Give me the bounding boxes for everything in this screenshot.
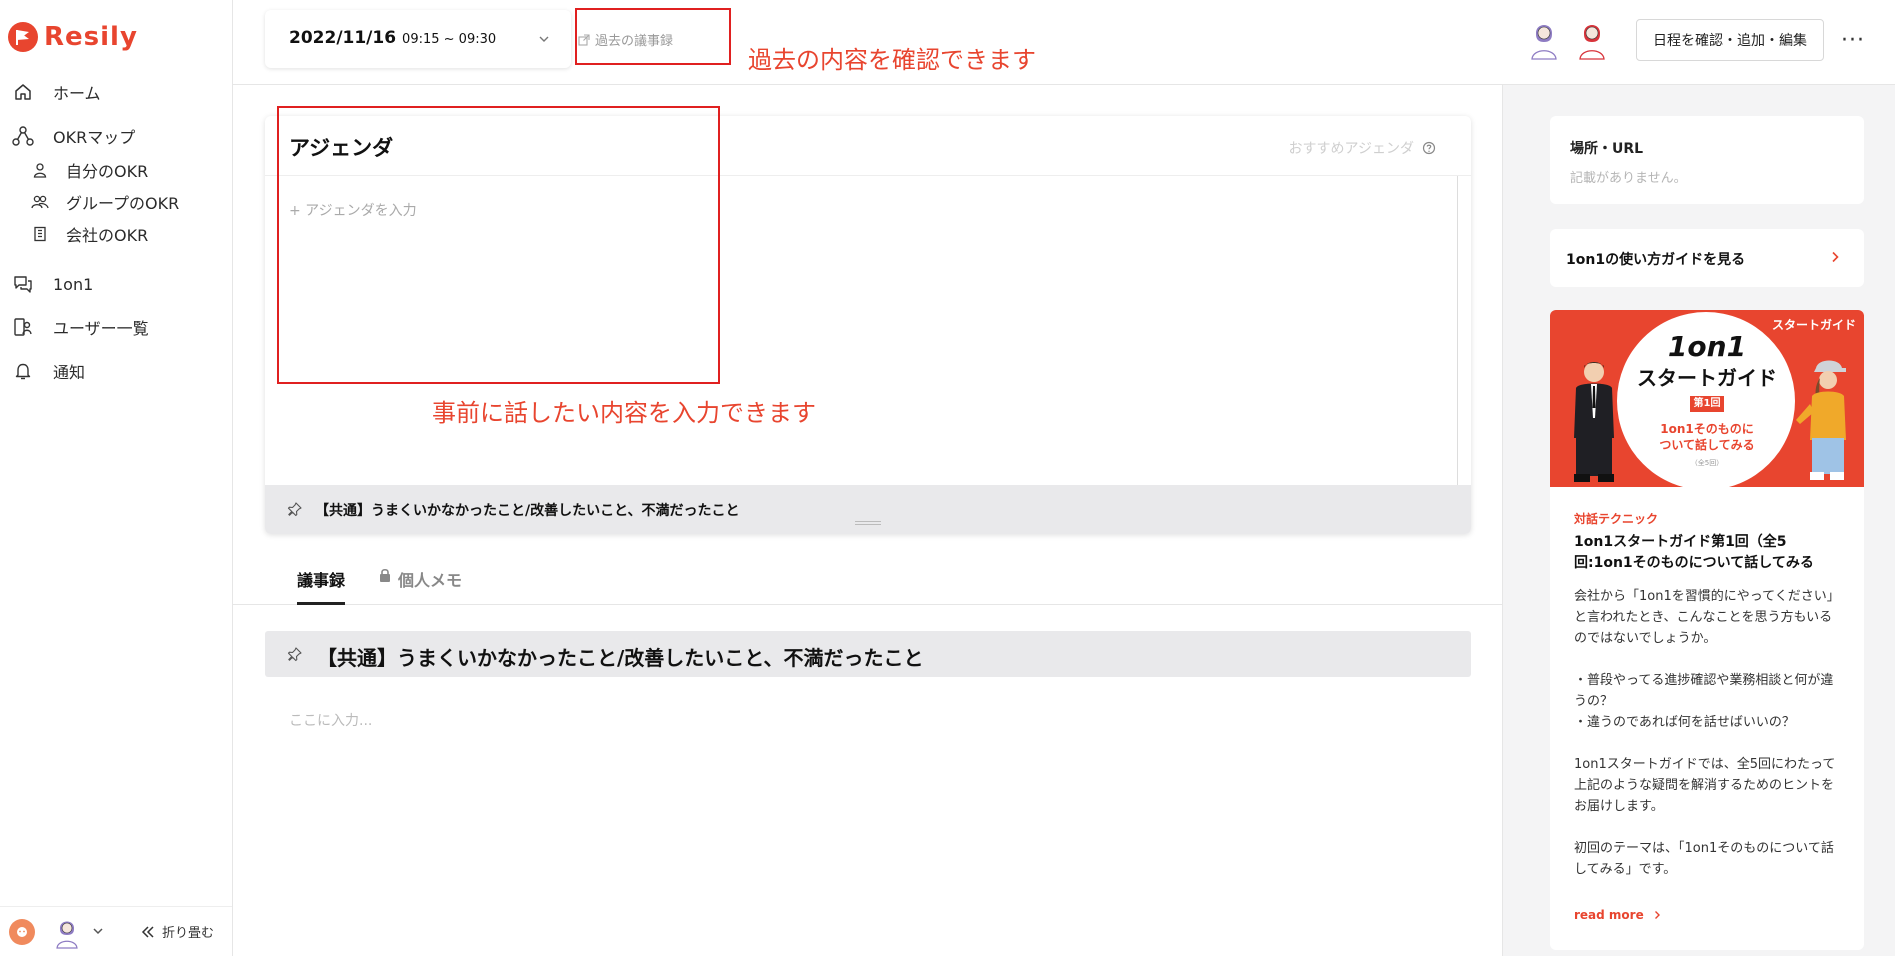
lock-icon: [380, 568, 390, 582]
annotation-agenda-text: 事前に話したい内容を入力できます: [432, 399, 816, 427]
sidebar-item-group-okr[interactable]: グループのOKR: [0, 189, 232, 215]
sidebar-item-home[interactable]: ホーム: [0, 78, 232, 106]
sidebar: Resily ホーム OKRマップ 自分のOKR グループのOKR 会社のOKR…: [0, 0, 233, 956]
right-panel: 場所・URL 記載がありません。 1on1の使い方ガイドを見る スタートガイド …: [1503, 85, 1895, 956]
sidebar-item-label: ホーム: [53, 84, 101, 103]
pin-icon[interactable]: [287, 646, 303, 662]
man-illustration: [1574, 362, 1614, 482]
bell-icon: [12, 360, 34, 382]
tab-label: 個人メモ: [398, 571, 463, 590]
more-options-icon[interactable]: ···: [1839, 26, 1867, 54]
pinned-item-text: 【共通】うまくいかなかったこと/改善したいこと、不満だったこと: [315, 503, 740, 519]
help-icon: [1422, 141, 1436, 155]
location-title: 場所・URL: [1570, 141, 1644, 157]
article-card[interactable]: スタートガイド 1on1 スタートガイド 第1回 1on1そのものに ついて話し…: [1550, 310, 1864, 950]
okr-map-icon: [12, 125, 34, 147]
minutes-tabs: 議事録 個人メモ: [233, 557, 1503, 605]
article-banner[interactable]: スタートガイド 1on1 スタートガイド 第1回 1on1そのものに ついて話し…: [1550, 310, 1864, 487]
article-paragraph: ・普段やってる進捗確認や業務相談と何が違うの？: [1574, 673, 1834, 709]
read-more-label: read more: [1574, 908, 1644, 922]
user-icon: [31, 161, 49, 179]
time-value: 09:15 ~ 09:30: [402, 32, 497, 47]
main-content: アジェンダ おすすめアジェンダ + アジェンダを入力 【共通】うまくいかなかった…: [233, 85, 1503, 956]
member-avatar[interactable]: [1575, 18, 1609, 60]
tab-personal-memo[interactable]: 個人メモ: [378, 567, 462, 605]
chat-icon: [12, 273, 34, 295]
annotation-past-minutes-text: 過去の内容を確認できます: [748, 46, 1036, 74]
org-avatar[interactable]: [9, 919, 35, 945]
chevron-right-icon: [1832, 251, 1839, 263]
group-icon: [31, 193, 49, 211]
article-paragraph: 1on1スタートガイドでは、全5回にわたって上記のような疑問を解消するためのヒン…: [1574, 757, 1836, 814]
sidebar-item-1on1[interactable]: 1on1: [0, 270, 232, 298]
article-paragraph: 会社から「1on1を習慣的にやってください」と言われたとき、こんなことを思う方も…: [1574, 589, 1840, 646]
article-paragraph: 初回のテーマは、「1on1そのものについて話してみる」です。: [1574, 841, 1834, 877]
annotation-box-past-minutes: [575, 8, 731, 65]
banner-episode: 第1回: [1690, 396, 1724, 412]
article-category: 対話テクニック: [1574, 512, 1659, 526]
sidebar-item-label: 自分のOKR: [66, 162, 149, 181]
sidebar-item-label: 1on1: [53, 274, 94, 294]
chevron-right-icon: [1654, 911, 1660, 919]
sidebar-item-label: OKRマップ: [53, 128, 136, 147]
building-icon: [31, 225, 49, 243]
schedule-button[interactable]: 日程を確認・追加・編集: [1636, 19, 1824, 61]
home-icon: [12, 81, 34, 103]
sidebar-item-label: 通知: [53, 363, 86, 382]
double-chevron-left-icon: [141, 925, 154, 938]
guide-link[interactable]: 1on1の使い方ガイドを見る: [1550, 229, 1864, 287]
location-value: 記載がありません。: [1570, 171, 1687, 186]
flag-logo-icon: [8, 22, 38, 52]
tab-minutes[interactable]: 議事録: [297, 567, 346, 605]
resily-logo[interactable]: Resily: [8, 22, 138, 52]
sidebar-item-label: ユーザー一覧: [53, 319, 149, 338]
article-paragraph: ・違うのであれば何を話せばいいの？: [1574, 715, 1795, 730]
meeting-date: 2022/11/16 09:15 ~ 09:30: [289, 28, 496, 48]
article-body: 会社から「1on1を習慣的にやってください」と言われたとき、こんなことを思う方も…: [1574, 586, 1844, 880]
tab-label: 議事録: [297, 571, 346, 590]
resize-handle[interactable]: [855, 521, 881, 525]
sidebar-item-notifications[interactable]: 通知: [0, 357, 232, 385]
sidebar-item-okr-map[interactable]: OKRマップ: [0, 122, 232, 150]
article-title[interactable]: 1on1スタートガイド第1回（全5回:1on1そのものについて話してみる: [1574, 532, 1844, 574]
minutes-input[interactable]: ここに入力...: [289, 710, 372, 730]
sidebar-item-my-okr[interactable]: 自分のOKR: [0, 157, 232, 183]
woman-illustration: [1796, 360, 1846, 480]
collapse-sidebar-button[interactable]: 折り畳む: [140, 922, 214, 941]
agenda-pinned-item[interactable]: 【共通】うまくいかなかったこと/改善したいこと、不満だったこと: [265, 485, 1471, 534]
sidebar-item-label: 会社のOKR: [66, 226, 149, 245]
agenda-scrollbar[interactable]: [1457, 176, 1458, 486]
minutes-section-heading[interactable]: 【共通】うまくいかなかったこと/改善したいこと、不満だったこと: [265, 631, 1471, 677]
sidebar-item-company-okr[interactable]: 会社のOKR: [0, 221, 232, 247]
app-root: Resily ホーム OKRマップ 自分のOKR グループのOKR 会社のOKR…: [0, 0, 1895, 956]
read-more-link[interactable]: read more: [1574, 908, 1662, 922]
pin-icon[interactable]: [287, 501, 303, 517]
sidebar-item-users[interactable]: ユーザー一覧: [0, 313, 232, 341]
sidebar-footer: 折り畳む: [0, 906, 232, 956]
user-avatar[interactable]: [52, 915, 82, 949]
guide-link-text: 1on1の使い方ガイドを見る: [1566, 252, 1746, 268]
meeting-date-select[interactable]: 2022/11/16 09:15 ~ 09:30: [265, 10, 571, 68]
location-card: 場所・URL 記載がありません。: [1550, 116, 1864, 204]
sidebar-item-label: グループのOKR: [66, 194, 180, 213]
recommended-agenda-label: おすすめアジェンダ: [1288, 141, 1414, 157]
date-value: 2022/11/16: [289, 28, 397, 48]
recommended-agenda-button[interactable]: おすすめアジェンダ: [1289, 138, 1436, 158]
brand-name: Resily: [44, 22, 138, 52]
minutes-heading-text: 【共通】うまくいかなかったこと/改善したいこと、不満だったこと: [317, 646, 924, 670]
chevron-down-icon: [539, 36, 549, 42]
annotation-box-agenda: [277, 106, 720, 384]
users-list-icon: [12, 316, 34, 338]
collapse-label: 折り畳む: [162, 926, 215, 941]
chevron-down-icon[interactable]: [90, 923, 106, 939]
member-avatar[interactable]: [1527, 18, 1561, 60]
top-bar: 2022/11/16 09:15 ~ 09:30 過去の議事録 過去の内容を確認で…: [233, 0, 1895, 85]
